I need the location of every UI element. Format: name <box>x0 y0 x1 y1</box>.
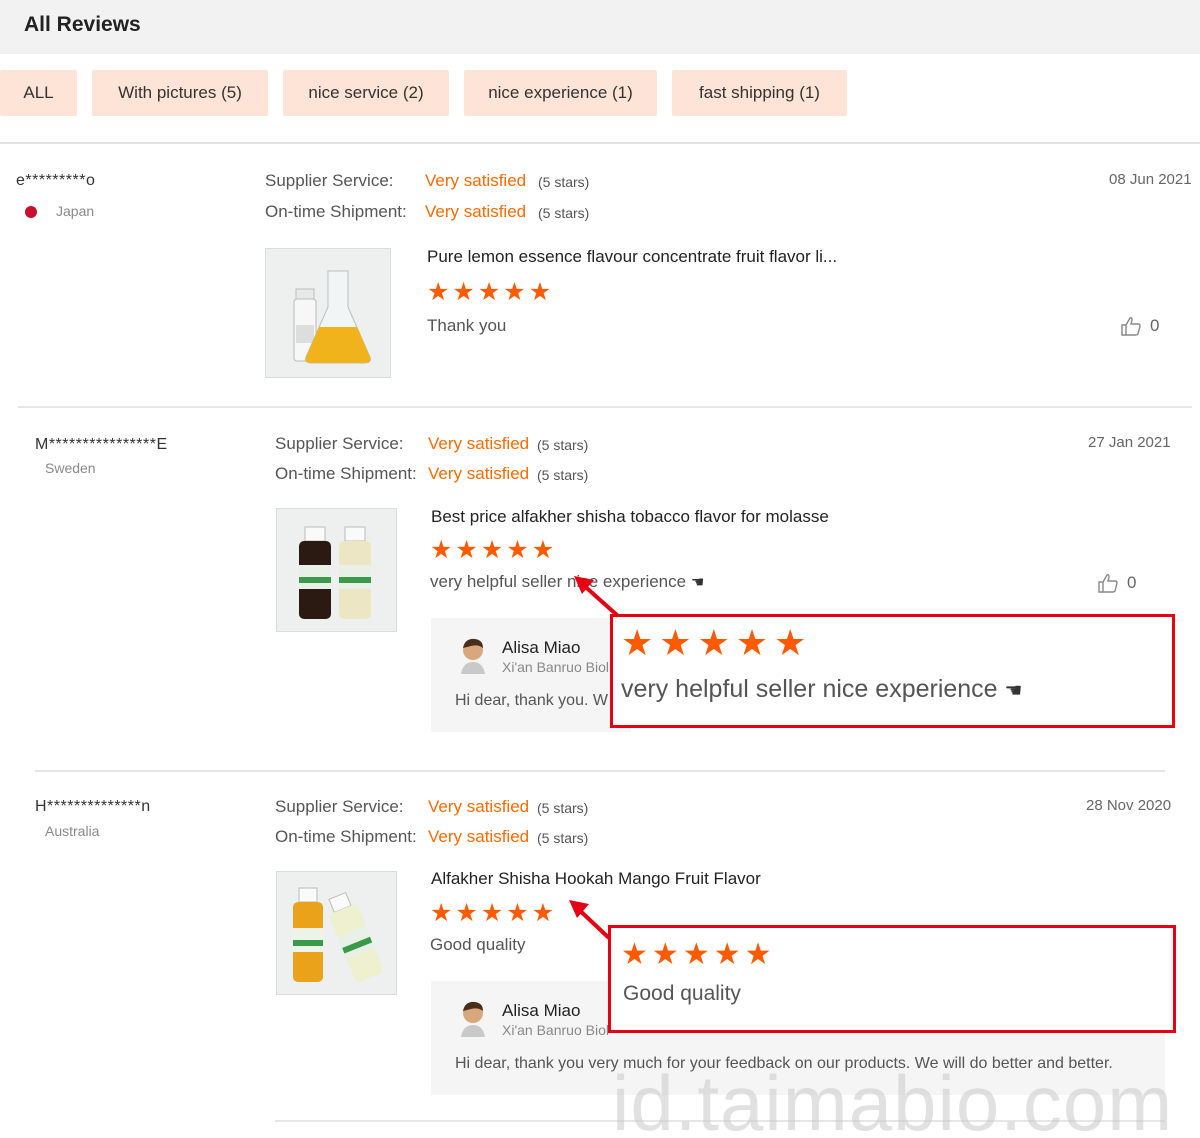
shipment-label: On-time Shipment: <box>265 202 407 221</box>
filter-chip-nice-experience[interactable]: nice experience (1) <box>464 70 657 116</box>
supplier-reply: Alisa Miao Xi'an Banruo Biol Hi dear, th… <box>431 618 631 732</box>
highlight-callout: ★ ★ ★ ★ ★ Good quality <box>608 925 1176 1033</box>
star-icon: ★ <box>735 622 769 663</box>
star-icon: ★ <box>651 938 679 971</box>
callout-stars: ★ ★ ★ ★ ★ <box>621 940 772 970</box>
star-icon: ★ <box>480 536 504 564</box>
star-icon: ★ <box>528 278 552 306</box>
star-icon: ★ <box>621 938 648 971</box>
review-date: 27 Jan 2021 <box>1088 434 1171 451</box>
product-image[interactable] <box>276 871 397 995</box>
product-name-link[interactable]: Pure lemon essence flavour concentrate f… <box>427 247 837 267</box>
supplier-service-label: Supplier Service: <box>265 171 394 190</box>
callout-stars: ★ ★ ★ ★ ★ <box>621 625 806 661</box>
shipment-stars: (5 stars) <box>537 830 589 846</box>
shipment-value: Very satisfied <box>428 827 530 846</box>
star-icon: ★ <box>503 278 526 306</box>
hand-icon: ☚ <box>690 574 705 591</box>
review-date: 28 Nov 2020 <box>1086 797 1172 814</box>
like-button[interactable]: 0 <box>1097 572 1136 594</box>
page-header: All Reviews <box>0 0 1200 54</box>
thumbs-up-icon <box>1121 317 1141 336</box>
star-icon: ★ <box>430 536 453 564</box>
supplier-service-value: Very satisfied <box>425 171 527 190</box>
reviewer-country: Sweden <box>45 460 96 476</box>
product-image[interactable] <box>265 248 391 378</box>
rating-stars: ★ ★ ★ ★ ★ <box>430 901 554 926</box>
star-icon: ★ <box>774 622 807 663</box>
hand-icon: ☚ <box>1004 680 1023 702</box>
divider <box>0 142 1200 144</box>
supplier-service-label: Supplier Service: <box>275 797 404 816</box>
supplier-service-label: Supplier Service: <box>275 434 404 453</box>
product-name-link[interactable]: Best price alfakher shisha tobacco flavo… <box>431 507 829 527</box>
page-title: All Reviews <box>24 13 141 36</box>
reviewer-name: H**************n <box>35 798 151 815</box>
filter-chip-all[interactable]: ALL <box>0 70 77 116</box>
review-comment: very helpful seller nice experience ☚ <box>430 572 705 591</box>
shipment-label: On-time Shipment: <box>275 827 417 846</box>
reply-text: Hi dear, thank you. W <box>455 692 608 709</box>
filter-chip-with-pictures[interactable]: With pictures (5) <box>92 70 268 116</box>
star-icon: ★ <box>455 899 478 927</box>
callout-text: very helpful seller nice experience ☚ <box>621 675 1023 703</box>
avatar <box>461 638 485 674</box>
star-icon: ★ <box>531 899 555 927</box>
rating-stars: ★ ★ ★ ★ ★ <box>430 538 554 563</box>
star-icon: ★ <box>682 938 710 971</box>
supplier-service-value: Very satisfied <box>428 797 530 816</box>
star-icon: ★ <box>621 622 654 663</box>
arrow-icon <box>574 576 620 618</box>
review-comment: Good quality <box>430 935 526 954</box>
star-icon: ★ <box>480 899 504 927</box>
filter-chip-fast-shipping[interactable]: fast shipping (1) <box>672 70 847 116</box>
reviewer-name: M****************E <box>35 436 168 453</box>
filter-bar: ALL With pictures (5) nice service (2) n… <box>0 70 1200 116</box>
supplier-service-stars: (5 stars) <box>537 437 589 453</box>
product-name-link[interactable]: Alfakher Shisha Hookah Mango Fruit Flavo… <box>431 869 761 889</box>
review-date: 08 Jun 2021 <box>1109 171 1192 188</box>
star-icon: ★ <box>430 899 453 927</box>
star-icon: ★ <box>659 622 692 663</box>
highlight-callout: ★ ★ ★ ★ ★ very helpful seller nice exper… <box>610 614 1175 728</box>
avatar <box>461 1001 485 1037</box>
callout-text: Good quality <box>623 982 741 1005</box>
shipment-stars: (5 stars) <box>537 467 589 483</box>
shipment-label: On-time Shipment: <box>275 464 417 483</box>
review-divider <box>35 770 1165 772</box>
reply-author: Alisa Miao <box>502 638 581 657</box>
star-icon: ★ <box>455 536 478 564</box>
flag-japan-icon <box>25 206 37 218</box>
reviewer-country: Japan <box>56 203 95 219</box>
shipment-value: Very satisfied <box>425 202 527 221</box>
filter-chip-nice-service[interactable]: nice service (2) <box>283 70 449 116</box>
star-icon: ★ <box>477 278 501 306</box>
thumbs-up-icon <box>1098 574 1118 593</box>
product-image[interactable] <box>276 508 397 632</box>
star-icon: ★ <box>506 536 529 564</box>
supplier-service-stars: (5 stars) <box>538 174 590 190</box>
star-icon: ★ <box>531 536 555 564</box>
star-icon: ★ <box>713 938 741 971</box>
star-icon: ★ <box>427 278 450 306</box>
review-divider <box>18 406 1192 408</box>
star-icon: ★ <box>506 899 529 927</box>
shipment-stars: (5 stars) <box>538 205 590 221</box>
like-button[interactable]: 0 <box>1120 315 1159 337</box>
shipment-value: Very satisfied <box>428 464 530 483</box>
like-count: 0 <box>1127 573 1137 592</box>
reviewer-country: Australia <box>45 823 100 839</box>
reply-author: Alisa Miao <box>502 1001 581 1020</box>
star-icon: ★ <box>697 622 730 663</box>
star-icon: ★ <box>452 278 475 306</box>
review-comment: Thank you <box>427 316 507 335</box>
supplier-service-stars: (5 stars) <box>537 800 589 816</box>
arrow-icon <box>569 900 611 940</box>
watermark: id.taimabio.com <box>612 1059 1174 1138</box>
reviewer-name: e*********o <box>16 172 96 189</box>
rating-stars: ★ ★ ★ ★ ★ <box>427 280 551 305</box>
supplier-service-value: Very satisfied <box>428 434 530 453</box>
star-icon: ★ <box>744 938 772 971</box>
like-count: 0 <box>1150 316 1160 335</box>
